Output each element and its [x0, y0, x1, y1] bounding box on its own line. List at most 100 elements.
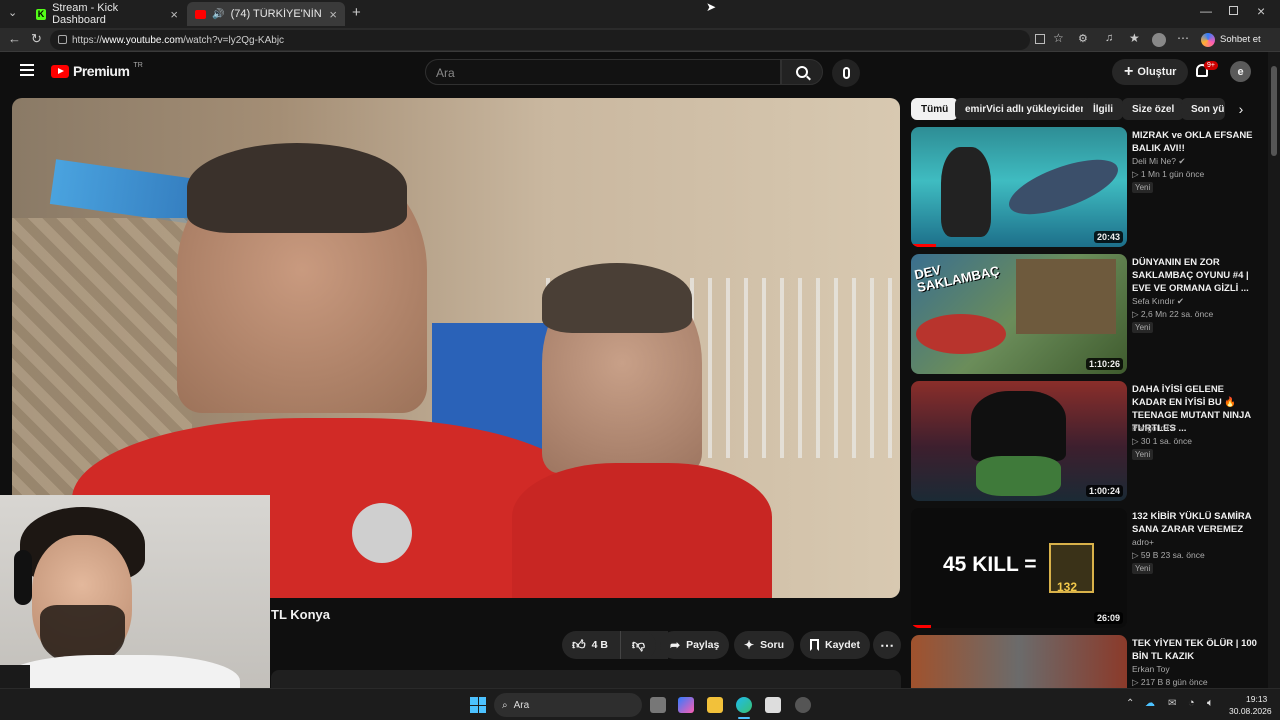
region-code: TR — [133, 61, 143, 69]
recommended-title[interactable]: DÜNYANIN EN ZOR SAKLAMBAÇ OYUNU #4 | EVE… — [1132, 256, 1260, 295]
page-scrollbar[interactable] — [1268, 52, 1280, 688]
video-hair-left — [187, 143, 407, 233]
ask-button[interactable]: ✦ Soru — [734, 631, 794, 659]
chip-recent[interactable]: Son yü — [1181, 98, 1225, 120]
recommended-video[interactable]: DEV SAKLAMBAÇ 1:10:26 DÜNYANIN EN ZOR SA… — [911, 254, 1261, 374]
address-bar-row: ← ↻ https://www.youtube.com/watch?v=ly2Q… — [0, 28, 1280, 52]
media-control-icon[interactable]: ♫ — [1105, 32, 1113, 44]
microphone-icon — [842, 67, 850, 79]
logo-text: Premium — [73, 63, 130, 79]
wifi-icon[interactable]: ◔ — [1188, 697, 1195, 709]
search-input[interactable]: Ara — [425, 59, 781, 85]
volume-icon[interactable]: 🔈︎ — [1207, 697, 1214, 710]
tab-list-chevron-icon[interactable]: ⌄ — [8, 6, 17, 19]
tab-label: (74) TÜRKİYE'NİN EN UCUZ T... — [230, 8, 324, 20]
duration-badge: 1:00:24 — [1085, 485, 1123, 497]
video-thumbnail[interactable]: 1:00:24 — [911, 381, 1127, 501]
close-window-icon[interactable]: × — [1257, 3, 1265, 19]
profile-avatar-icon[interactable] — [1152, 33, 1166, 47]
copilot-app-icon[interactable] — [678, 697, 694, 713]
chip-related[interactable]: İlgili — [1083, 98, 1123, 120]
tab-kick-dashboard[interactable]: K Stream - Kick Dashboard × — [28, 2, 186, 26]
tab-youtube-video[interactable]: 🔊 (74) TÜRKİYE'NİN EN UCUZ T... × — [187, 2, 345, 26]
app-tray-icon[interactable]: ✉ — [1168, 698, 1176, 709]
thumb-room — [1016, 259, 1116, 334]
channel-name[interactable]: Erkan Toy — [1132, 664, 1170, 674]
clock-date[interactable]: 30.08.2026 — [1229, 706, 1272, 716]
thumb-shredder — [971, 391, 1066, 461]
show-hidden-icons-icon[interactable]: ⌃ — [1126, 698, 1134, 709]
task-view-icon[interactable] — [650, 697, 666, 713]
recommended-video[interactable]: 1:00:24 DAHA İYİSİ GELENE KADAR EN İYİSİ… — [911, 381, 1261, 501]
thumb-diver — [941, 147, 991, 237]
url-path: /watch?v=ly2Qg-KAbjc — [183, 34, 285, 46]
thumb-text: 45 KILL = — [943, 553, 1037, 576]
recommended-video[interactable]: TEK YİYEN TEK ÖLÜR | 100 BİN TL KAZIK Er… — [911, 635, 1261, 688]
favorites-icon[interactable]: ★ — [1129, 31, 1140, 45]
channel-name[interactable]: PangolinTV — [1132, 423, 1176, 433]
windows-start-icon[interactable] — [470, 697, 486, 713]
new-tab-icon[interactable]: + — [352, 4, 361, 21]
site-info-icon[interactable] — [58, 35, 67, 44]
copilot-chat-button[interactable]: Sohbet et — [1220, 34, 1261, 45]
voice-search-button[interactable] — [832, 59, 860, 87]
taskbar-search-label: Ara — [513, 699, 530, 711]
create-button[interactable]: + Oluştur — [1112, 59, 1189, 85]
file-explorer-icon[interactable] — [707, 697, 723, 713]
extensions-icon[interactable]: ⚙ — [1078, 32, 1088, 45]
recommended-title[interactable]: TEK YİYEN TEK ÖLÜR | 100 BİN TL KAZIK — [1132, 637, 1260, 663]
video-hair-right — [542, 263, 692, 333]
url-field[interactable]: https://www.youtube.com/watch?v=ly2Qg-KA… — [50, 30, 1030, 50]
copilot-icon — [1201, 33, 1215, 47]
scrollbar-thumb[interactable] — [1271, 66, 1277, 156]
channel-name[interactable]: Deli Mi Ne? ✔ — [1132, 156, 1185, 167]
edge-browser-icon[interactable] — [736, 697, 752, 713]
minimize-icon[interactable]: — — [1200, 4, 1212, 18]
maximize-icon[interactable] — [1229, 6, 1238, 15]
dislike-button[interactable]: 👎︎ — [620, 631, 656, 659]
cloud-icon[interactable]: ☁ — [1145, 698, 1155, 709]
speaker-icon[interactable]: 🔊 — [212, 9, 224, 20]
video-meta: ▷ 30 1 sa. önce — [1132, 436, 1192, 446]
recommended-video[interactable]: 20:43 MIZRAK ve OKLA EFSANE BALIK AVI!! … — [911, 127, 1261, 247]
account-avatar[interactable]: e — [1230, 61, 1251, 82]
description-box[interactable] — [271, 670, 901, 688]
video-thumbnail[interactable] — [911, 635, 1127, 688]
clock-time[interactable]: 19:13 — [1246, 694, 1267, 704]
youtube-play-logo-icon — [51, 64, 69, 78]
taskbar-search[interactable]: ⌕ Ara — [494, 693, 642, 717]
reload-icon[interactable]: ↻ — [31, 31, 42, 47]
thumb-boat — [916, 314, 1006, 354]
chip-from-uploader[interactable]: emirVici adlı yükleyiciden — [955, 98, 1097, 120]
webcam-headphones — [14, 550, 32, 605]
recommended-title[interactable]: 132 KİBİR YÜKLÜ SAMİRA SANA ZARAR VEREME… — [1132, 510, 1260, 536]
close-icon[interactable]: × — [329, 7, 337, 22]
youtube-premium-logo[interactable]: Premium TR — [51, 61, 143, 79]
share-button[interactable]: ➦ Paylaş — [660, 631, 730, 659]
video-thumbnail[interactable]: 20:43 — [911, 127, 1127, 247]
hamburger-menu-icon[interactable] — [20, 64, 34, 76]
notification-badge: 9+ — [1204, 61, 1218, 70]
microsoft-store-icon[interactable] — [765, 697, 781, 713]
channel-name[interactable]: Sefa Kındır ✔ — [1132, 296, 1184, 307]
recommended-video[interactable]: 45 KILL = 132 26:09 132 KİBİR YÜKLÜ SAMİ… — [911, 508, 1261, 628]
favorite-star-icon[interactable]: ☆ — [1053, 31, 1064, 45]
recommended-title[interactable]: MIZRAK ve OKLA EFSANE BALIK AVI!! — [1132, 129, 1260, 155]
new-badge: Yeni — [1132, 182, 1154, 193]
more-menu-icon[interactable]: ⋯ — [1177, 31, 1189, 45]
chip-for-you[interactable]: Size özel — [1122, 98, 1185, 120]
more-actions-button[interactable]: ⋯ — [873, 631, 901, 659]
save-button[interactable]: Kaydet — [800, 631, 871, 659]
video-thumbnail[interactable]: DEV SAKLAMBAÇ 1:10:26 — [911, 254, 1127, 374]
steam-icon[interactable] — [795, 697, 811, 713]
chip-scroll-right-icon[interactable]: › — [1230, 98, 1252, 120]
search-button[interactable] — [781, 59, 823, 85]
chip-all[interactable]: Tümü — [911, 98, 959, 120]
notifications-button[interactable]: 9+ — [1196, 61, 1218, 77]
close-icon[interactable]: × — [170, 7, 178, 22]
video-thumbnail[interactable]: 45 KILL = 132 26:09 — [911, 508, 1127, 628]
app-available-icon[interactable] — [1035, 34, 1045, 44]
back-icon[interactable]: ← — [8, 31, 21, 46]
channel-name[interactable]: adro+ — [1132, 537, 1154, 547]
duration-badge: 20:43 — [1093, 231, 1123, 243]
